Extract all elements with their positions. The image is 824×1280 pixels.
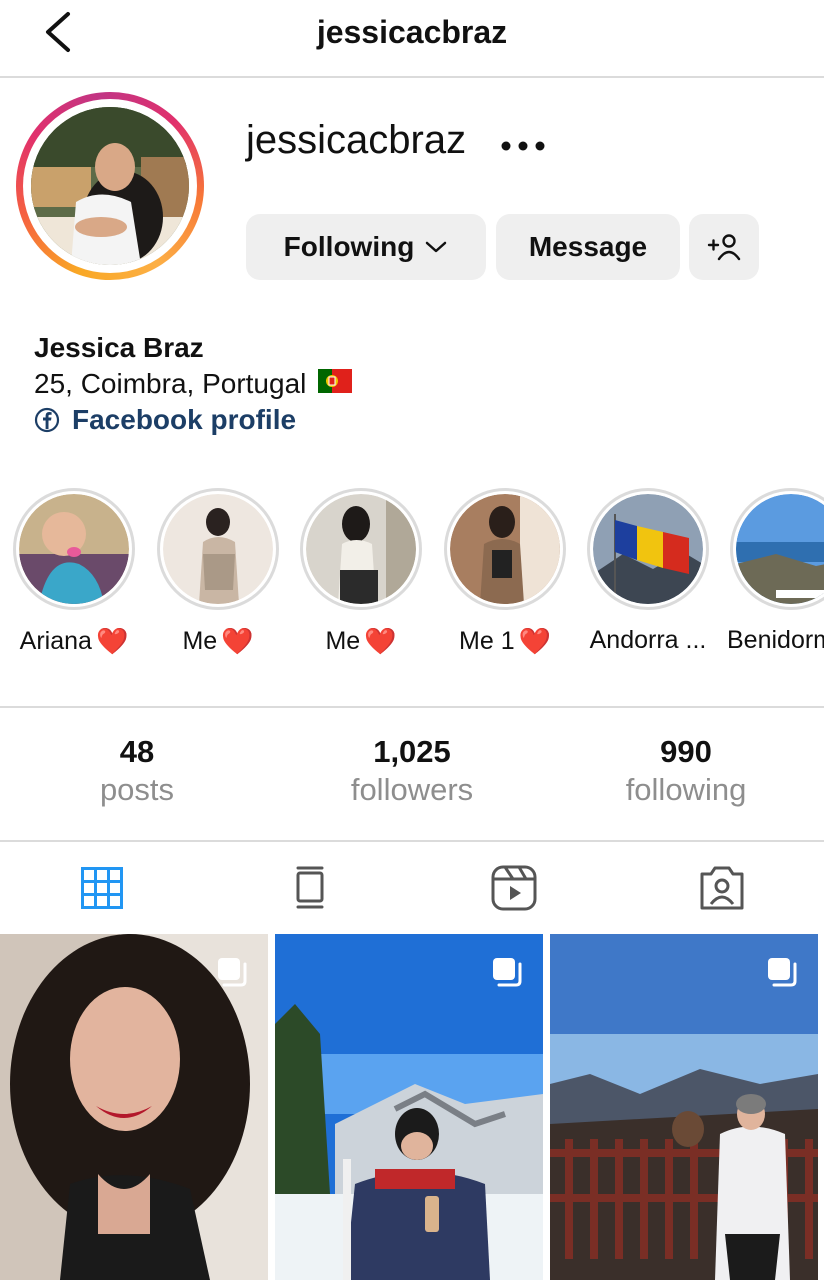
following-label: following — [625, 772, 747, 807]
grid-icon — [81, 867, 123, 909]
heart-icon: ❤️ — [221, 626, 254, 656]
highlight-label: Me — [325, 627, 361, 655]
posts-count: 48 — [119, 734, 155, 769]
message-button[interactable]: Message — [496, 214, 680, 280]
reels-icon — [491, 865, 537, 911]
add-user-button[interactable] — [689, 214, 759, 280]
highlight-me-1[interactable]: Me ❤️ — [154, 488, 282, 657]
story-ring[interactable] — [16, 92, 204, 280]
tab-guides[interactable] — [280, 860, 340, 916]
facebook-link-label: Facebook profile — [72, 404, 297, 435]
highlight-cover — [450, 494, 560, 604]
heart-icon: ❤️ — [364, 626, 397, 656]
chevron-down-icon — [426, 241, 447, 253]
post-tile[interactable] — [0, 934, 268, 1280]
highlight-ariana[interactable]: Ariana ❤️ — [10, 488, 138, 657]
multiple-photos-icon — [218, 958, 247, 987]
highlight-me-2[interactable]: Me ❤️ — [297, 488, 425, 657]
stat-following[interactable]: 990 following — [576, 734, 796, 808]
page-title: jessicacbraz — [316, 14, 508, 50]
stat-followers[interactable]: 1,025 followers — [302, 734, 522, 808]
profile-username: jessicacbraz — [246, 118, 467, 162]
followers-label: followers — [350, 772, 474, 807]
highlight-cover — [163, 494, 273, 604]
tab-tagged[interactable] — [692, 860, 752, 916]
highlight-cover — [593, 494, 703, 604]
highlight-label: Me 1 — [459, 627, 515, 655]
bio-text: 25, Coimbra, Portugal — [34, 368, 307, 399]
divider — [0, 840, 824, 842]
message-button-label: Message — [528, 231, 648, 262]
following-button[interactable]: Following — [246, 214, 486, 280]
highlight-label: Me — [182, 627, 218, 655]
highlight-benidorm[interactable]: Benidorm — [727, 488, 824, 655]
posts-label: posts — [99, 772, 175, 807]
highlight-me-3[interactable]: Me 1 ❤️ — [441, 488, 569, 657]
facebook-link[interactable]: Facebook profile — [34, 404, 296, 436]
highlight-label: Andorra ... — [589, 626, 707, 654]
following-count: 990 — [660, 734, 712, 769]
following-button-label: Following — [283, 231, 415, 262]
add-person-icon — [707, 234, 741, 261]
highlight-label: Benidorm — [727, 626, 824, 654]
highlight-cover — [306, 494, 416, 604]
tagged-person-icon — [700, 866, 744, 910]
guide-icon — [296, 866, 324, 909]
top-bar: jessicacbraz — [0, 0, 824, 78]
multiple-photos-icon — [768, 958, 797, 987]
heart-icon: ❤️ — [95, 626, 129, 656]
tab-reels[interactable] — [484, 860, 544, 916]
multiple-photos-icon — [493, 958, 522, 987]
highlight-cover — [19, 494, 129, 604]
post-tile[interactable] — [275, 934, 543, 1280]
highlight-cover — [736, 494, 824, 604]
ellipsis-icon[interactable] — [500, 124, 546, 163]
followers-count: 1,025 — [373, 734, 451, 769]
stat-posts[interactable]: 48 posts — [27, 734, 247, 808]
heart-icon: ❤️ — [518, 626, 551, 656]
divider — [0, 706, 824, 708]
highlight-label: Ariana — [19, 627, 92, 655]
portugal-flag-icon — [318, 368, 353, 400]
avatar — [31, 107, 189, 265]
post-tile[interactable] — [550, 934, 818, 1280]
facebook-icon — [34, 407, 60, 433]
full-name: Jessica Braz — [34, 332, 204, 363]
bio-line: 25, Coimbra, Portugal 🇵🇹 — [34, 368, 353, 400]
highlight-andorra[interactable]: Andorra ... — [584, 488, 712, 655]
tab-grid[interactable] — [72, 860, 132, 916]
